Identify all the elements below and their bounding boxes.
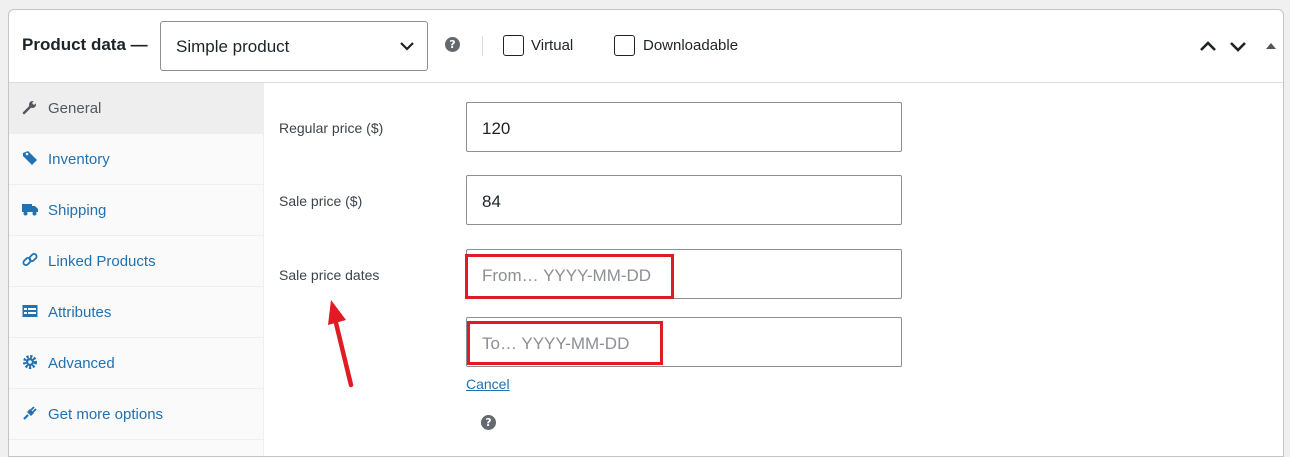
product-data-tabs: General Inventory Shipping Linked Produc… <box>9 83 264 456</box>
gear-icon <box>23 355 37 369</box>
tab-label: Inventory <box>48 151 110 168</box>
tab-label: Advanced <box>48 355 115 372</box>
tab-label: Get more options <box>48 406 164 423</box>
link-icon <box>22 253 38 266</box>
tab-advanced[interactable]: Advanced <box>9 338 264 389</box>
downloadable-label[interactable]: Downloadable <box>643 37 738 54</box>
annotation-highlight-from <box>465 254 674 299</box>
tab-attributes[interactable]: Attributes <box>9 287 264 338</box>
tab-general[interactable]: General <box>9 83 264 134</box>
tab-label: Linked Products <box>48 253 156 270</box>
product-type-value: Simple product <box>176 37 290 56</box>
tab-linked-products[interactable]: Linked Products <box>9 236 264 287</box>
tab-get-more-options[interactable]: Get more options <box>9 389 264 440</box>
downloadable-checkbox[interactable] <box>614 35 635 56</box>
tab-label: Attributes <box>48 304 112 321</box>
plugin-icon <box>23 406 37 420</box>
tag-icon <box>23 151 37 165</box>
panel-title: Product data — <box>22 35 148 54</box>
move-up-icon[interactable] <box>1198 36 1218 56</box>
tab-shipping[interactable]: Shipping <box>9 185 264 236</box>
help-icon[interactable]: ? <box>445 37 460 52</box>
sale-price-dates-label: Sale price dates <box>279 267 380 283</box>
tab-inventory[interactable]: Inventory <box>9 134 264 185</box>
product-data-panel: Product data — Simple product ? Virtual … <box>8 9 1284 457</box>
header-divider <box>482 36 483 56</box>
cancel-schedule-link[interactable]: Cancel <box>466 376 510 392</box>
regular-price-input[interactable]: 120 <box>466 102 902 152</box>
annotation-highlight-to <box>467 321 663 365</box>
collapse-toggle-icon[interactable] <box>1261 36 1281 56</box>
product-type-select[interactable]: Simple product <box>160 21 428 71</box>
virtual-label[interactable]: Virtual <box>531 37 573 54</box>
regular-price-label: Regular price ($) <box>279 120 384 136</box>
sale-price-input[interactable]: 84 <box>466 175 902 225</box>
move-down-icon[interactable] <box>1228 36 1248 56</box>
help-icon[interactable]: ? <box>481 415 496 430</box>
chevron-down-icon <box>400 42 414 51</box>
annotation-arrow <box>328 300 354 388</box>
tab-label: General <box>48 100 102 117</box>
wrench-icon <box>22 101 36 115</box>
list-icon <box>22 305 38 317</box>
tab-label: Shipping <box>48 202 107 219</box>
product-data-header: Product data — Simple product ? Virtual … <box>9 10 1283 83</box>
virtual-checkbox[interactable] <box>503 35 524 56</box>
sale-price-label: Sale price ($) <box>279 193 363 209</box>
truck-icon <box>22 204 38 216</box>
